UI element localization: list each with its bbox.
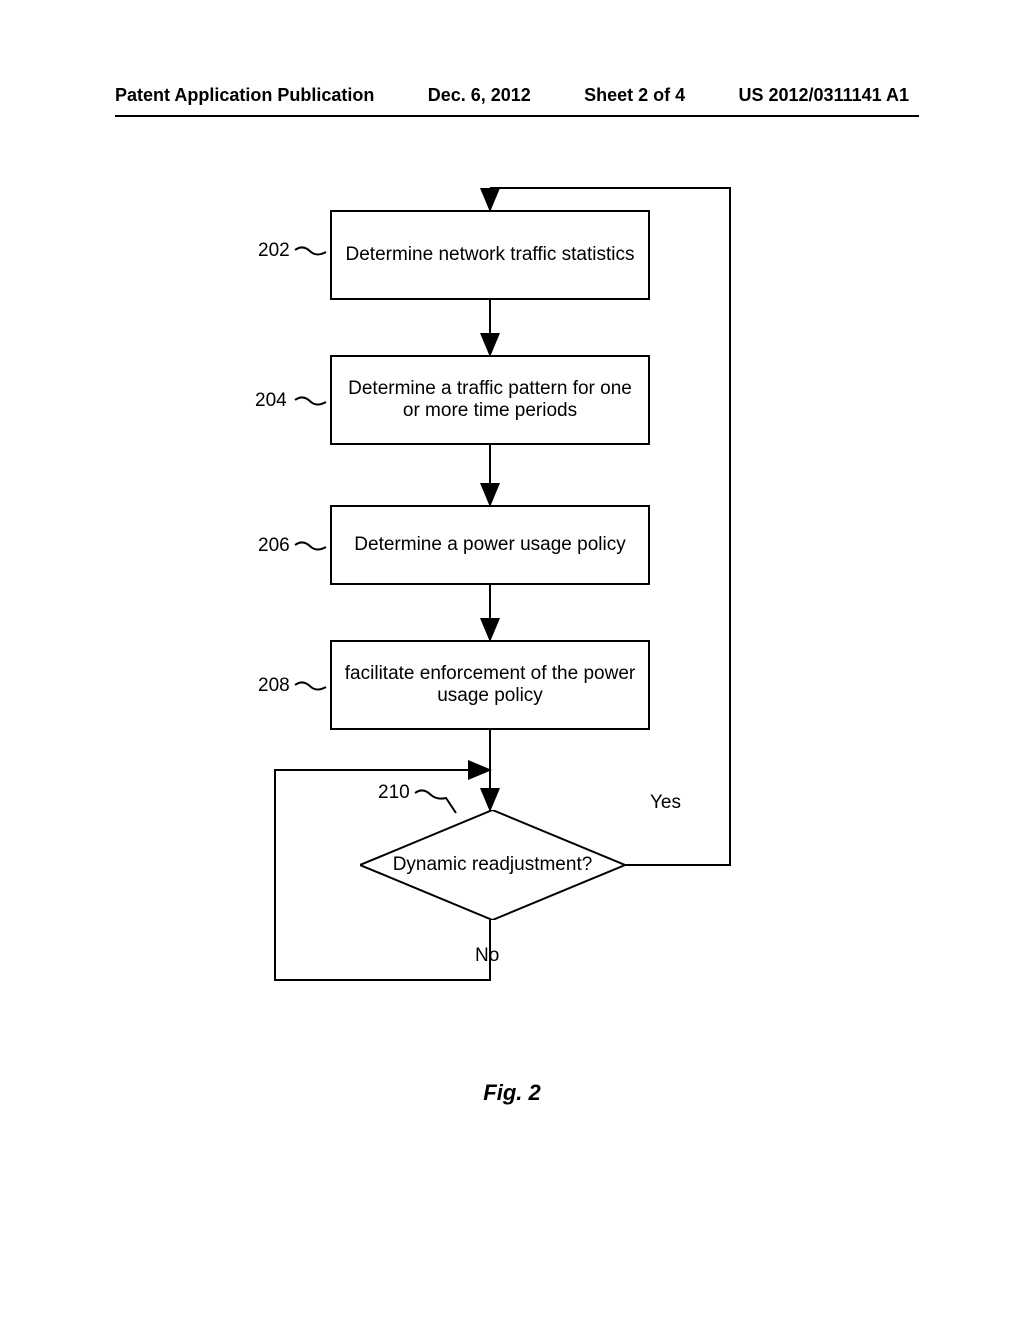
step-text-202: Determine network traffic statistics	[346, 244, 635, 266]
header-sheet: Sheet 2 of 4	[584, 85, 685, 106]
step-box-204: Determine a traffic pattern for one or m…	[330, 355, 650, 445]
decision-text-wrap: Dynamic readjustment?	[360, 810, 625, 920]
step-box-202: Determine network traffic statistics	[330, 210, 650, 300]
yes-label: Yes	[650, 792, 681, 814]
decision-text: Dynamic readjustment?	[393, 854, 593, 876]
flowchart-diagram: Determine network traffic statistics Det…	[0, 170, 1024, 1070]
header-date: Dec. 6, 2012	[428, 85, 531, 106]
step-box-208: facilitate enforcement of the power usag…	[330, 640, 650, 730]
step-text-208: facilitate enforcement of the power usag…	[342, 663, 638, 707]
page-header: Patent Application Publication Dec. 6, 2…	[0, 85, 1024, 106]
step-text-206: Determine a power usage policy	[354, 534, 625, 556]
step-text-204: Determine a traffic pattern for one or m…	[342, 378, 638, 422]
header-pubnum: US 2012/0311141 A1	[739, 85, 909, 106]
ref-label-206: 206	[258, 535, 290, 557]
ref-label-204: 204	[255, 390, 287, 412]
ref-label-210: 210	[378, 782, 410, 804]
step-box-206: Determine a power usage policy	[330, 505, 650, 585]
figure-label: Fig. 2	[0, 1080, 1024, 1106]
ref-label-202: 202	[258, 240, 290, 262]
ref-label-208: 208	[258, 675, 290, 697]
header-divider	[115, 115, 919, 117]
connectors-svg	[0, 170, 1024, 1070]
no-label: No	[475, 945, 499, 967]
header-publication: Patent Application Publication	[115, 85, 374, 106]
